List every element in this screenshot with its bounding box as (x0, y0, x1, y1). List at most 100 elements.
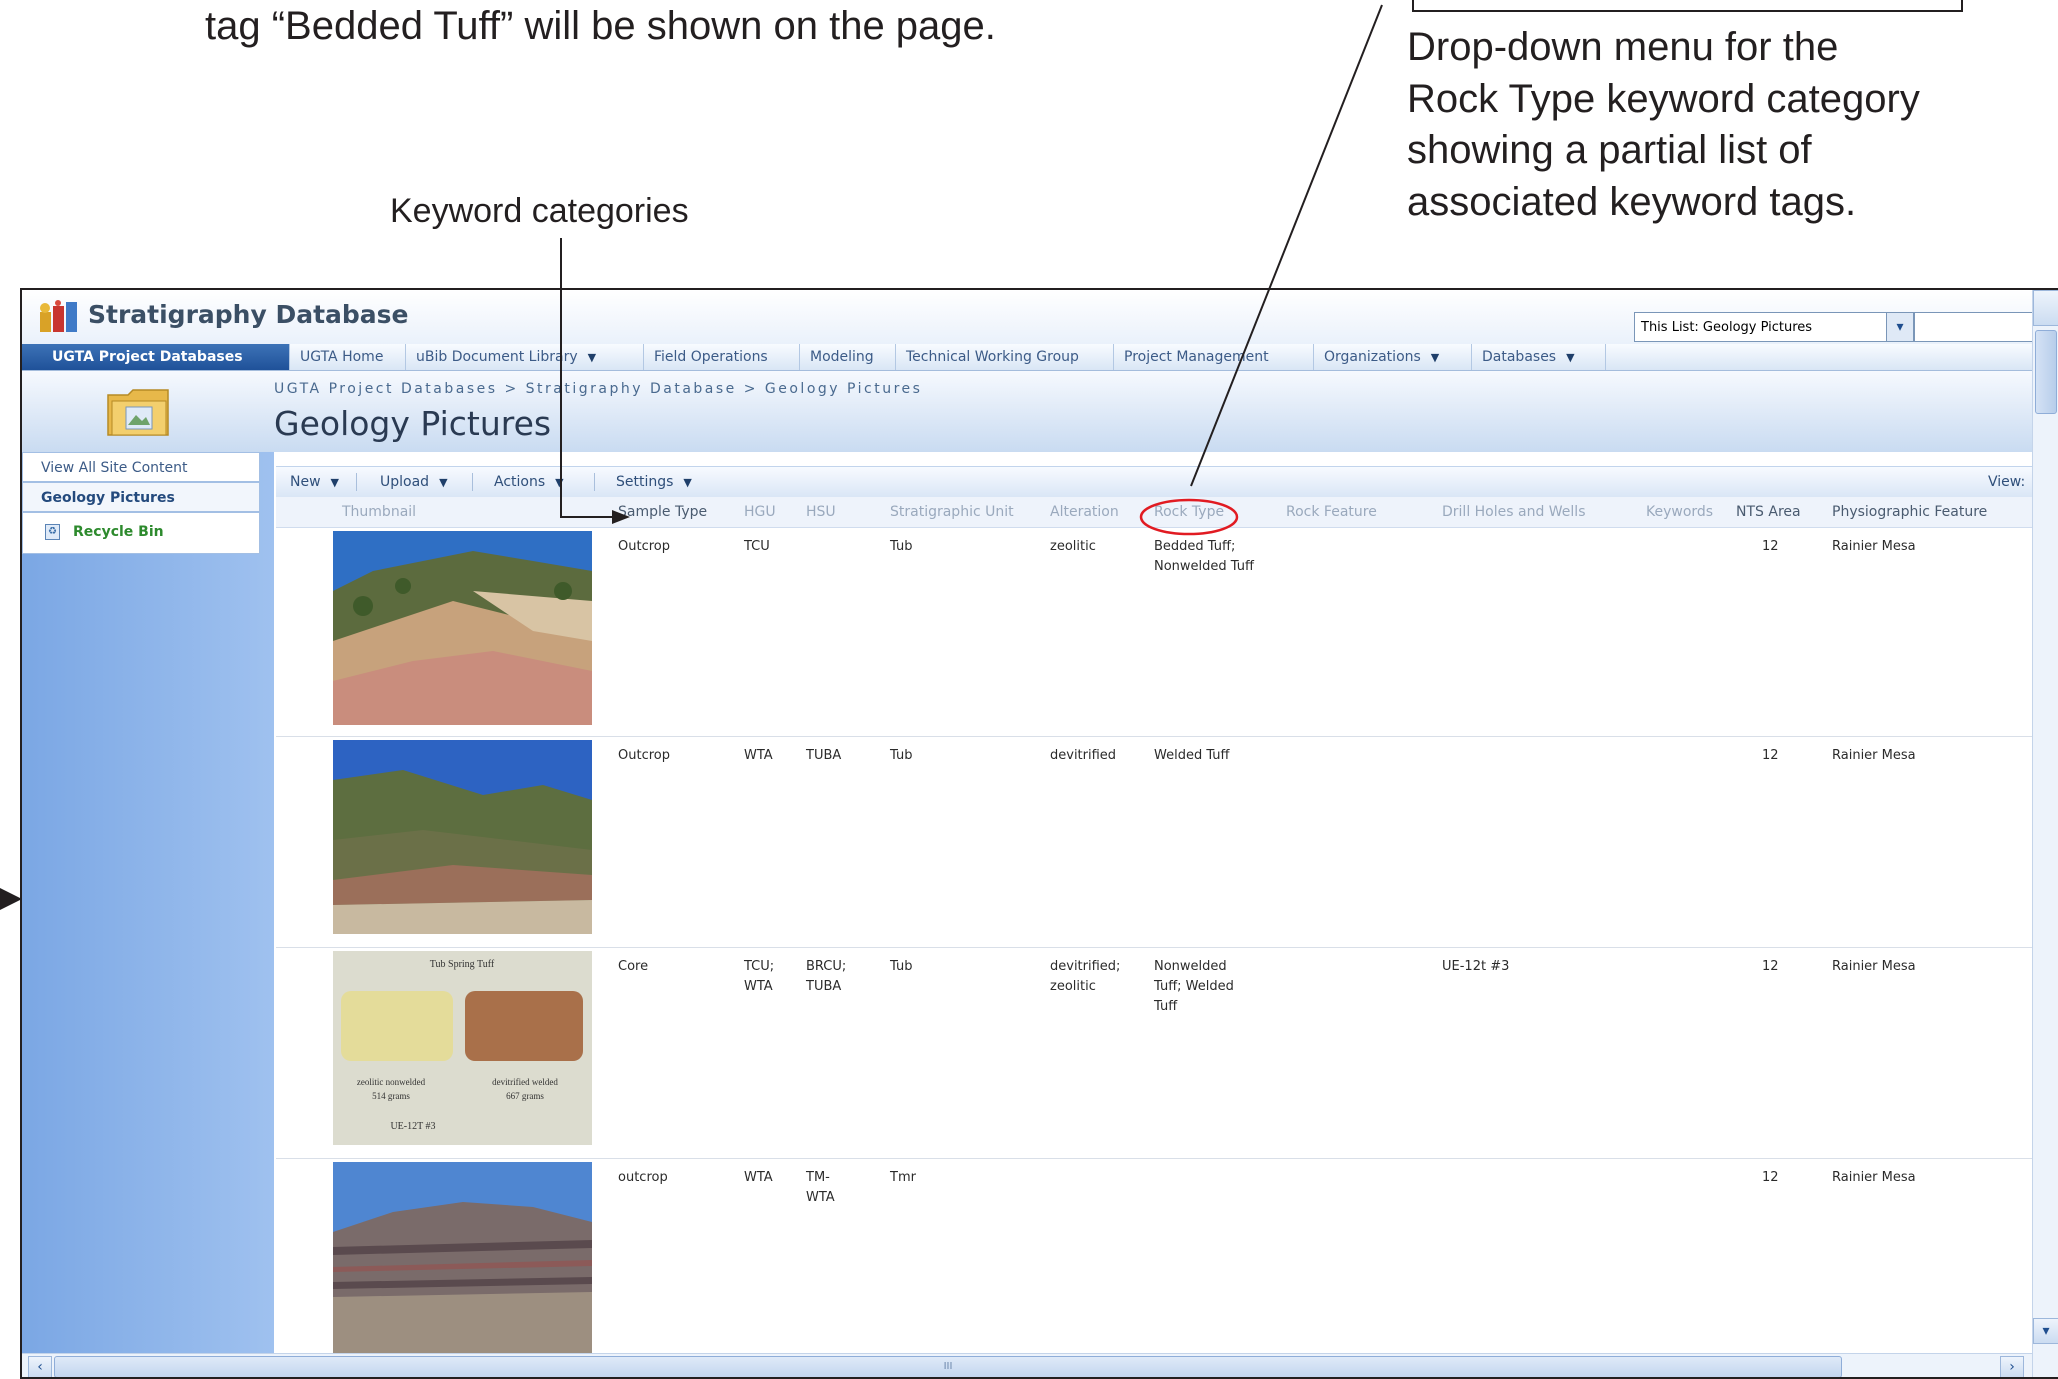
tab-ubib-document-library[interactable]: uBib Document Library ▼ (406, 344, 644, 370)
table-row[interactable]: outcrop WTA TM-WTA Tmr 12 Rainier Mesa (276, 1159, 2058, 1356)
col-hgu[interactable]: HGU (744, 497, 776, 527)
tab-project-management[interactable]: Project Management (1114, 344, 1314, 370)
cell-stratigraphic-unit: Tmr (890, 1170, 916, 1185)
cell-rock-type[interactable]: Welded Tuff (1154, 746, 1230, 766)
search-scope-value: This List: Geology Pictures (1641, 320, 1813, 335)
vertical-scroll-thumb[interactable] (2035, 330, 2057, 414)
cell-sample-type: Outcrop (618, 748, 670, 763)
chevron-left-icon[interactable]: ‹ (28, 1356, 52, 1377)
leftnav-recycle-bin[interactable]: ♻ Recycle Bin (22, 512, 260, 554)
leftnav-view-all-site-content[interactable]: View All Site Content (22, 452, 260, 482)
chevron-down-icon: ▼ (683, 476, 692, 489)
horizontal-scroll-thumb[interactable]: III (54, 1356, 1842, 1377)
cell-stratigraphic-unit: Tub (890, 748, 913, 763)
core-photo-hole: UE-12T #3 (390, 1121, 435, 1132)
page-header: UGTA Project Databases > Stratigraphy Da… (22, 371, 2058, 452)
toolbar-divider (472, 473, 473, 491)
cell-hsu: BRCU; TUBA (806, 959, 847, 994)
col-keywords[interactable]: Keywords (1646, 497, 1713, 527)
tab-modeling[interactable]: Modeling (800, 344, 896, 370)
cell-physiographic-feature: Rainier Mesa (1832, 959, 1916, 974)
recycle-bin-label: Recycle Bin (73, 524, 164, 540)
col-physiographic-feature[interactable]: Physiographic Feature (1832, 497, 1987, 527)
cell-hgu: TCU (744, 539, 770, 554)
annotation-dropdown-line2: Rock Type keyword category (1407, 77, 1920, 121)
column-headers: Thumbnail Sample Type HGU HSU Stratigrap… (276, 497, 2058, 528)
outcrop-photo[interactable] (333, 531, 592, 725)
cell-drill-holes-and-wells: UE-12t #3 (1442, 959, 1510, 974)
settings-menu-button[interactable]: Settings ▼ (616, 467, 692, 497)
new-menu-button[interactable]: New ▼ (290, 467, 339, 497)
col-stratigraphic-unit[interactable]: Stratigraphic Unit (890, 497, 1014, 527)
cell-hsu: TUBA (806, 748, 842, 763)
leftnav-geology-pictures[interactable]: Geology Pictures (22, 482, 260, 512)
table-row[interactable]: Outcrop WTA TUBA Tub devitrified Welded … (276, 737, 2058, 948)
cell-hgu: WTA (744, 1170, 773, 1185)
annotation-dropdown-line4: associated keyword tags. (1407, 180, 1857, 224)
outcrop-photo[interactable] (333, 740, 592, 934)
list-toolbar: New▼ Upload▼ Actions▼ Settings▼ View: P (276, 466, 2058, 498)
cell-physiographic-feature: Rainier Mesa (1832, 748, 1916, 763)
cell-stratigraphic-unit: Tub (890, 539, 913, 554)
col-sample-type[interactable]: Sample Type (618, 497, 707, 527)
cell-rock-type[interactable]: Bedded Tuff; Nonwelded Tuff (1154, 537, 1254, 577)
core-sample-photo[interactable]: Tub Spring Tuff zeolitic nonwelded 514 g… (333, 951, 592, 1145)
new-label: New (290, 474, 321, 490)
page-title: Geology Pictures (274, 404, 552, 443)
upload-menu-button[interactable]: Upload ▼ (380, 467, 448, 497)
cell-alteration: zeolitic (1050, 539, 1096, 554)
chevron-right-icon[interactable]: › (2000, 1356, 2024, 1377)
col-rock-feature[interactable]: Rock Feature (1286, 497, 1377, 527)
tab-organizations-label: Organizations (1324, 349, 1421, 365)
col-rock-type[interactable]: Rock Type (1154, 497, 1224, 527)
cell-physiographic-feature: Rainier Mesa (1832, 1170, 1916, 1185)
col-alteration[interactable]: Alteration (1050, 497, 1119, 527)
outcrop-photo[interactable] (333, 1162, 592, 1356)
chevron-down-icon[interactable]: ▼ (588, 345, 596, 371)
tab-organizations[interactable]: Organizations ▼ (1314, 344, 1472, 370)
chevron-down-icon[interactable]: ▼ (1431, 345, 1439, 371)
tab-ugta-home[interactable]: UGTA Home (290, 344, 406, 370)
vertical-scrollbar[interactable]: ▾ (2032, 290, 2058, 1377)
cell-stratigraphic-unit: Tub (890, 959, 913, 974)
chevron-down-icon[interactable]: ▼ (1566, 345, 1574, 371)
cell-hgu: TCU; WTA (744, 959, 775, 994)
site-title-bar: Stratigraphy Database This List: Geology… (22, 290, 2058, 344)
toolbar-divider (594, 473, 595, 491)
site-title[interactable]: Stratigraphy Database (88, 300, 409, 329)
chevron-down-icon: ▼ (439, 476, 448, 489)
table-row[interactable]: Outcrop TCU Tub zeolitic Bedded Tuff; No… (276, 528, 2058, 737)
col-hsu[interactable]: HSU (806, 497, 836, 527)
settings-label: Settings (616, 474, 674, 490)
tab-ugta-project-databases[interactable]: UGTA Project Databases (22, 344, 290, 370)
cell-sample-type: Outcrop (618, 539, 670, 554)
cell-nts-area: 12 (1762, 959, 1779, 974)
core-photo-left-weight: 514 grams (372, 1091, 410, 1101)
breadcrumb[interactable]: UGTA Project Databases > Stratigraphy Da… (274, 381, 922, 397)
chevron-down-icon[interactable]: ▾ (2033, 1318, 2058, 1344)
chevron-down-icon[interactable]: ▾ (1886, 313, 1913, 341)
cell-nts-area: 12 (1762, 748, 1779, 763)
col-drill-holes-and-wells[interactable]: Drill Holes and Wells (1442, 497, 1586, 527)
tab-field-operations[interactable]: Field Operations (644, 344, 800, 370)
cell-sample-type: Core (618, 959, 649, 974)
search-scope-select[interactable]: This List: Geology Pictures ▾ (1634, 312, 1914, 342)
recycle-bin-icon: ♻ (45, 524, 60, 540)
actions-menu-button[interactable]: Actions ▼ (494, 467, 564, 497)
annotation-bedded-tuff-text: tag “Bedded Tuff” will be shown on the p… (205, 4, 996, 48)
view-label: View: (1988, 474, 2026, 490)
cell-nts-area: 12 (1762, 1170, 1779, 1185)
browser-window: Stratigraphy Database This List: Geology… (20, 288, 2058, 1379)
col-nts-area[interactable]: NTS Area (1736, 497, 1801, 527)
tab-databases[interactable]: Databases ▼ (1472, 344, 1606, 370)
col-thumbnail[interactable]: Thumbnail (342, 497, 416, 527)
cell-rock-type[interactable]: Nonwelded Tuff; Welded Tuff (1154, 957, 1254, 1017)
actions-label: Actions (494, 474, 546, 490)
top-navigation: UGTA Project Databases UGTA Home uBib Do… (22, 344, 2058, 371)
horizontal-scrollbar[interactable]: ‹ III › (22, 1353, 2032, 1377)
scroll-up-button[interactable] (2033, 290, 2058, 326)
table-row[interactable]: Tub Spring Tuff zeolitic nonwelded 514 g… (276, 948, 2058, 1159)
cell-physiographic-feature: Rainier Mesa (1832, 539, 1916, 554)
tab-ubib-label: uBib Document Library (416, 349, 578, 365)
tab-technical-working-group[interactable]: Technical Working Group (896, 344, 1114, 370)
